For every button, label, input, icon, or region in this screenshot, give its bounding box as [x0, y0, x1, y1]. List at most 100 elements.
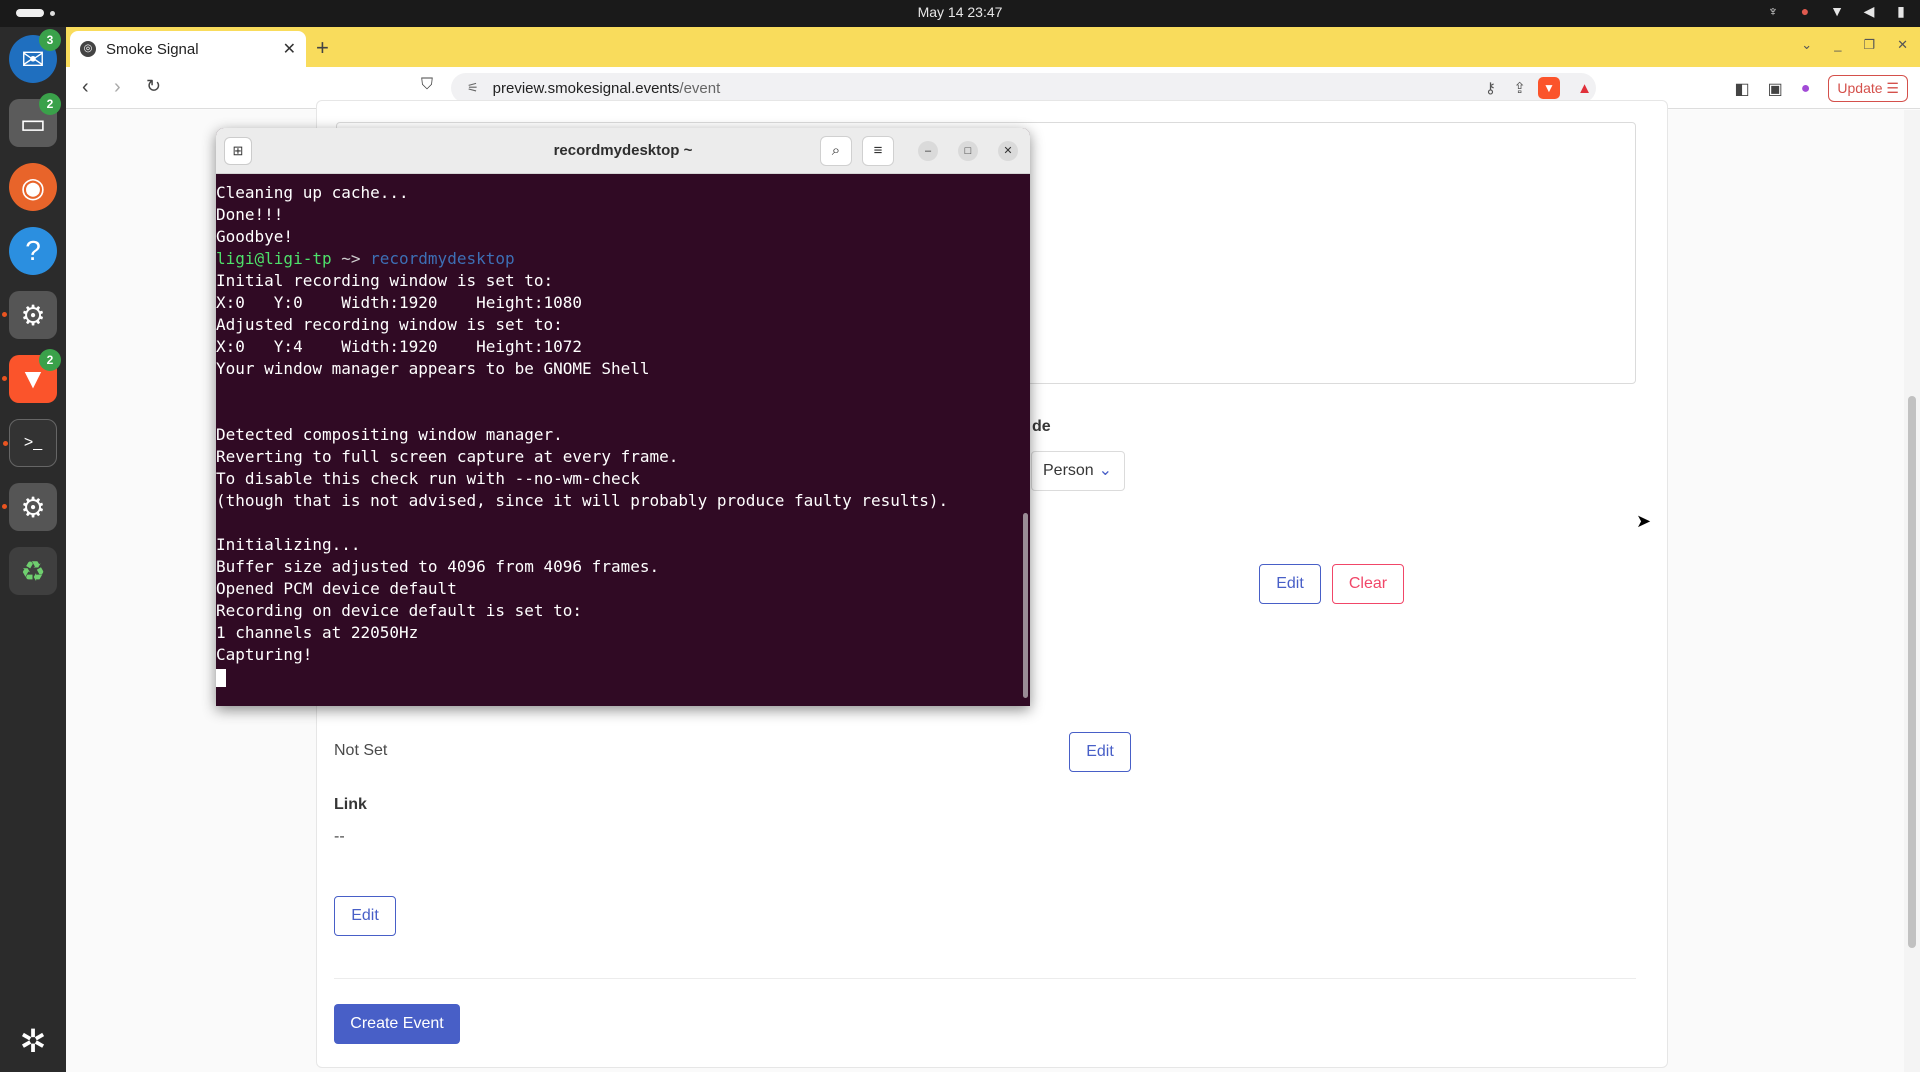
- terminal-scrollbar[interactable]: [1023, 513, 1028, 698]
- brave-shields-icon[interactable]: ▼: [1538, 77, 1560, 99]
- term-line: [216, 402, 1016, 424]
- forward-icon[interactable]: ›: [114, 76, 121, 99]
- rewards-icon[interactable]: ▲: [1577, 80, 1592, 97]
- toolbar-right: ◧ ▣ ● Update ☰: [1734, 75, 1908, 102]
- term-line: Adjusted recording window is set to:: [216, 315, 563, 334]
- edit-label: Edit: [351, 907, 379, 924]
- trash-launcher[interactable]: ♻: [9, 547, 57, 595]
- tab-smoke-signal[interactable]: ◎ Smoke Signal ✕: [70, 31, 306, 67]
- sidebar-icon[interactable]: ◧: [1734, 79, 1749, 99]
- terminal-launcher[interactable]: >_: [3, 419, 57, 467]
- key-icon[interactable]: ⚷: [1485, 79, 1496, 97]
- running-indicator: [2, 312, 7, 317]
- microphone-icon[interactable]: ●: [1796, 3, 1814, 23]
- link-value: --: [334, 828, 345, 845]
- terminal-window[interactable]: ⊞ recordmydesktop ~ ⌕ ≡ – □ ✕ Cleaning u…: [216, 128, 1030, 706]
- firefox-icon: ◉: [20, 171, 46, 203]
- clear-label: Clear: [1348, 575, 1388, 592]
- system-tray[interactable]: ♆ ● ▼ ◀ ▮: [1764, 3, 1910, 23]
- terminal-output[interactable]: Cleaning up cache... Done!!! Goodbye! ligi@…: [216, 182, 1016, 702]
- prompt-arrow: ~>: [331, 249, 371, 268]
- url-path: /event: [679, 79, 721, 97]
- term-line: Reverting to full screen capture at ever…: [216, 447, 679, 466]
- term-line: 1 channels at 22050Hz: [216, 623, 419, 642]
- term-line: X:0 Y:0 Width:1920 Height:1080: [216, 293, 583, 312]
- clear-button[interactable]: Clear: [1332, 564, 1404, 604]
- terminal-headerbar[interactable]: ⊞ recordmydesktop ~ ⌕ ≡ – □ ✕: [216, 128, 1030, 174]
- settings2-launcher[interactable]: ⚙: [2, 483, 57, 531]
- update-button[interactable]: Update ☰: [1828, 75, 1908, 102]
- url-host: preview.smokesignal.events: [492, 79, 680, 97]
- term-line: [216, 512, 1016, 534]
- mode-label: de: [1032, 418, 1051, 435]
- terminal-icon: >_: [23, 434, 43, 451]
- page-scrollbar[interactable]: [1904, 110, 1920, 1072]
- wallet-icon[interactable]: ▣: [1768, 79, 1783, 99]
- battery-icon[interactable]: ▮: [1892, 3, 1910, 23]
- divider: [334, 978, 1636, 979]
- edit-label: Edit: [1276, 575, 1304, 592]
- create-event-label: Create Event: [350, 1015, 444, 1032]
- show-apps-button[interactable]: ✲: [9, 1017, 57, 1065]
- gear-icon: ⚙: [20, 491, 46, 523]
- recycle-icon: ♻: [20, 555, 46, 587]
- tab-search-icon[interactable]: ⌄: [1801, 37, 1812, 53]
- terminal-title: recordmydesktop ~: [553, 142, 693, 159]
- close-icon[interactable]: ✕: [998, 141, 1018, 161]
- address-bar[interactable]: ⚟ preview.smokesignal.events/event ⚷ ⇪ ▼…: [451, 73, 1596, 103]
- mouse-cursor-icon: ➤: [1636, 511, 1652, 531]
- term-line: Done!!!: [216, 205, 284, 224]
- extension-icon[interactable]: ♆: [1764, 3, 1782, 23]
- window-controls: ⌄ _ ❐ ✕: [1801, 37, 1908, 53]
- dock: ✉ 3 ▭ 2 ◉ ? ⚙ ▼ 2 >_ ⚙ ♻ ✲: [0, 27, 66, 1072]
- close-window-icon[interactable]: ✕: [1897, 37, 1908, 53]
- term-line: Opened PCM device default: [216, 579, 457, 598]
- tab-strip: ◎ Smoke Signal ✕ + ⌄ _ ❐ ✕: [66, 27, 1920, 67]
- term-line: (though that is not advised, since it wi…: [216, 491, 949, 510]
- edit-button[interactable]: Edit: [1259, 564, 1321, 604]
- edit-label: Edit: [1086, 743, 1114, 760]
- text-cursor: [216, 668, 226, 687]
- close-tab-icon[interactable]: ✕: [283, 39, 296, 59]
- leo-icon[interactable]: ●: [1801, 80, 1811, 98]
- term-line: Detected compositing window manager.: [216, 425, 563, 444]
- update-label: Update: [1837, 80, 1883, 96]
- link-label: Link: [334, 796, 367, 813]
- chevron-down-icon: ⌄: [1098, 462, 1112, 479]
- running-indicator: [2, 376, 7, 381]
- volume-icon[interactable]: ◀: [1860, 3, 1878, 23]
- back-icon[interactable]: ‹: [82, 76, 89, 99]
- new-tab-button[interactable]: +: [316, 35, 329, 61]
- thunderbird-launcher[interactable]: ✉ 3: [9, 29, 61, 83]
- minimize-icon[interactable]: –: [918, 141, 938, 161]
- create-event-button[interactable]: Create Event: [334, 1004, 460, 1044]
- dock-badge: 2: [39, 93, 61, 115]
- term-line: Initial recording window is set to:: [216, 271, 554, 290]
- prompt-line: ligi@ligi-tp ~> recordmydesktop: [216, 248, 1016, 270]
- wifi-icon[interactable]: ▼: [1828, 3, 1846, 23]
- help-launcher[interactable]: ?: [9, 227, 57, 275]
- maximize-icon[interactable]: □: [958, 141, 978, 161]
- brave-launcher[interactable]: ▼ 2: [2, 349, 61, 403]
- menu-icon[interactable]: ≡: [862, 136, 894, 166]
- scrollbar-thumb[interactable]: [1908, 396, 1916, 948]
- edit-link-button[interactable]: Edit: [334, 896, 396, 936]
- firefox-launcher[interactable]: ◉: [9, 163, 57, 211]
- minimize-icon[interactable]: _: [1834, 37, 1841, 53]
- share-icon[interactable]: ⇪: [1513, 79, 1526, 97]
- clock[interactable]: May 14 23:47: [0, 4, 1920, 20]
- search-icon[interactable]: ⌕: [820, 136, 852, 166]
- gear-icon: ⚙: [20, 299, 46, 331]
- bookmark-icon[interactable]: ⛉: [421, 76, 433, 94]
- tab-title: Smoke Signal: [106, 40, 199, 58]
- restore-icon[interactable]: ❐: [1863, 37, 1875, 53]
- site-settings-icon[interactable]: ⚟: [467, 80, 479, 96]
- reload-icon[interactable]: ↻: [146, 76, 161, 97]
- term-line: To disable this check run with --no-wm-c…: [216, 469, 640, 488]
- settings-launcher[interactable]: ⚙: [2, 291, 57, 339]
- mode-select[interactable]: Person ⌄: [1031, 451, 1125, 491]
- edit-button[interactable]: Edit: [1069, 732, 1131, 772]
- term-line: Your window manager appears to be GNOME …: [216, 359, 650, 378]
- files-launcher[interactable]: ▭ 2: [9, 93, 61, 147]
- ubuntu-icon: ✲: [19, 1023, 47, 1059]
